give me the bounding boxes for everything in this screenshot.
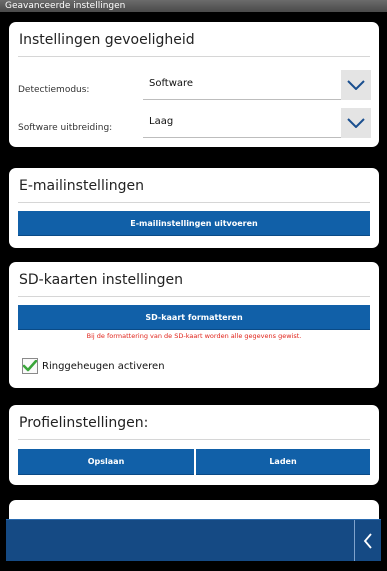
detection-mode-value: Software <box>149 78 194 89</box>
run-email-settings-button[interactable]: E-mailinstellingen uitvoeren <box>18 211 370 236</box>
profile-card: Profielinstellingen: Opslaan Laden <box>9 405 379 485</box>
back-button[interactable] <box>354 520 381 561</box>
bottom-navigation-bar <box>6 519 381 561</box>
window-title: Geavanceerde instellingen <box>0 0 387 12</box>
detection-mode-label: Detectiemodus: <box>18 85 90 95</box>
detection-mode-select[interactable]: Software <box>143 70 371 100</box>
software-extension-row: Software uitbreiding: Laag <box>18 108 371 138</box>
divider <box>18 202 370 203</box>
profile-title: Profielinstellingen: <box>19 415 149 431</box>
divider <box>18 439 370 440</box>
save-profile-button[interactable]: Opslaan <box>18 449 194 475</box>
sensitivity-card: Instellingen gevoeligheid Detectiemodus:… <box>9 22 379 147</box>
chevron-down-icon[interactable] <box>341 108 371 138</box>
chevron-left-icon <box>363 532 372 549</box>
email-title: E-mailinstellingen <box>19 178 144 194</box>
divider <box>18 296 370 297</box>
sensitivity-title: Instellingen gevoeligheid <box>19 32 195 48</box>
software-extension-label: Software uitbreiding: <box>18 123 113 133</box>
ring-memory-label[interactable]: Ringgeheugen activeren <box>42 361 165 372</box>
email-card: E-mailinstellingen E-mailinstellingen ui… <box>9 168 379 248</box>
chevron-down-icon[interactable] <box>341 70 371 100</box>
format-sd-button[interactable]: SD-kaart formatteren <box>18 305 370 330</box>
software-extension-select[interactable]: Laag <box>143 108 371 138</box>
ring-memory-checkbox[interactable] <box>22 358 38 374</box>
divider <box>18 56 370 57</box>
format-warning: Bij de formattering van de SD-kaart word… <box>86 332 302 340</box>
software-extension-value: Laag <box>149 116 174 127</box>
detection-mode-row: Detectiemodus: Software <box>18 70 371 100</box>
load-profile-button[interactable]: Laden <box>196 449 370 475</box>
checkmark-icon <box>23 360 37 372</box>
sd-card: SD-kaarten instellingen SD-kaart formatt… <box>9 262 379 388</box>
sd-title: SD-kaarten instellingen <box>19 272 183 288</box>
